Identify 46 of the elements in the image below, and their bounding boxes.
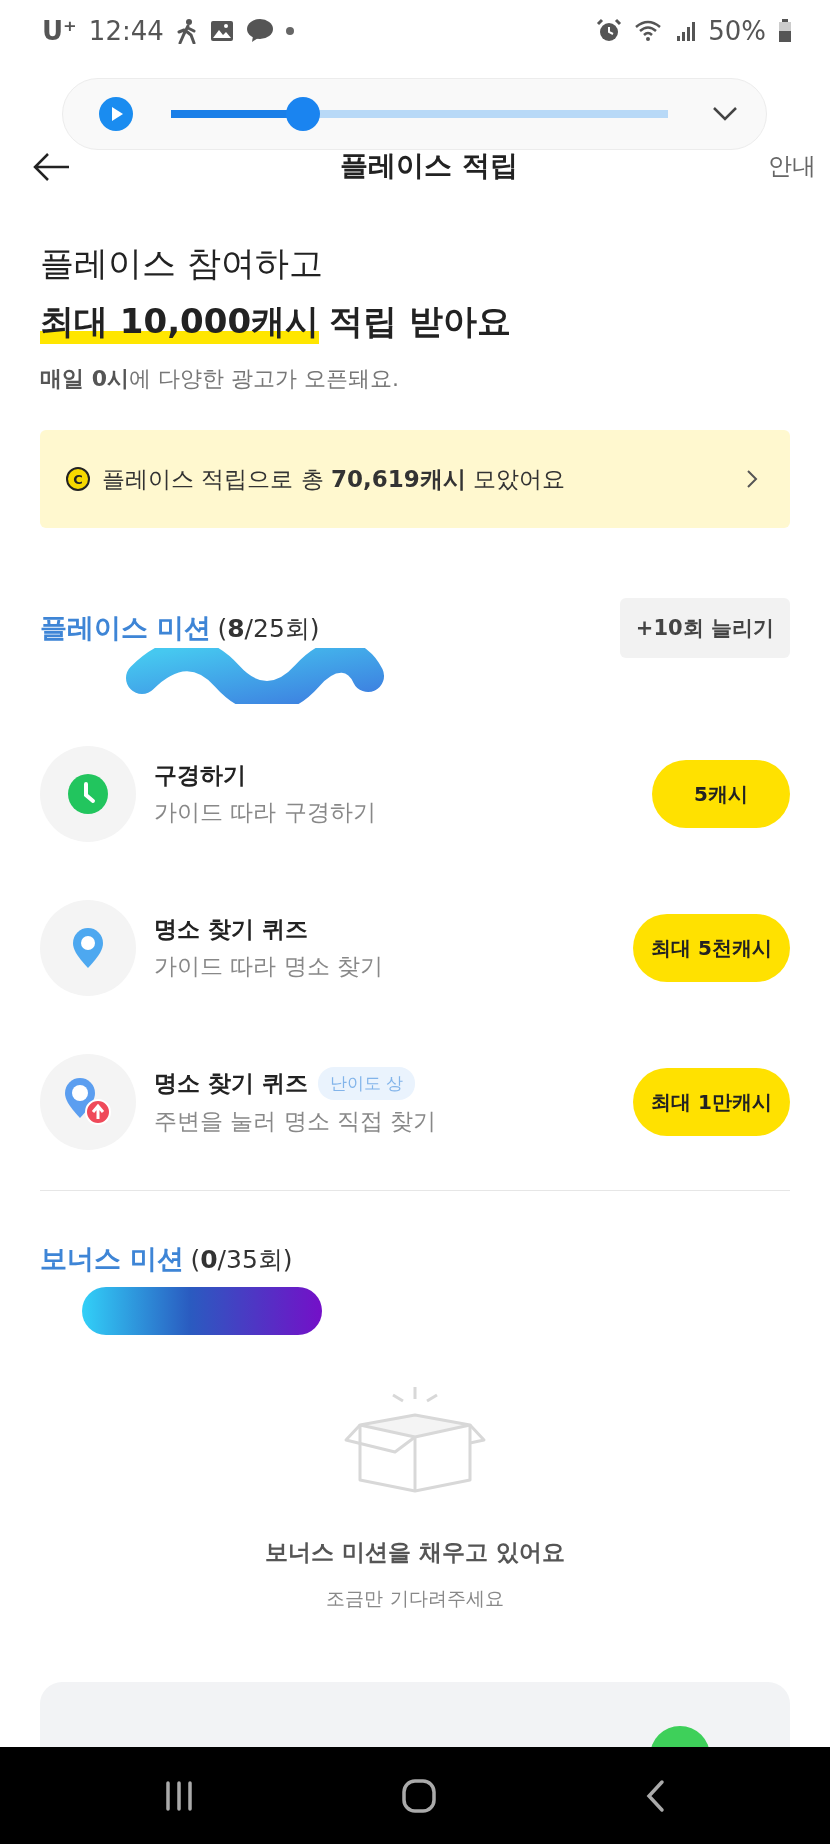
carrier-label: U⁺: [42, 16, 77, 46]
add-attempts-button[interactable]: +10회 늘리기: [619, 598, 790, 658]
chat-bubble-icon: [245, 19, 274, 43]
banner-text: 플레이스 적립으로 총 70,619캐시 모았어요: [102, 464, 566, 494]
chevron-right-icon: [746, 469, 758, 489]
clock-time: 12:44: [88, 16, 164, 46]
hero-heading: 플레이스 참여하고: [40, 242, 324, 285]
empty-box-icon: [343, 1385, 487, 1493]
location-pin-icon: [63, 1077, 113, 1127]
battery-icon: [778, 19, 792, 43]
total-cash-banner[interactable]: C 플레이스 적립으로 총 70,619캐시 모았어요: [40, 430, 790, 528]
home-icon[interactable]: [401, 1777, 437, 1814]
hero-heading: 적립 받아요: [329, 300, 511, 343]
mission-subtitle: 가이드 따라 명소 찾기: [154, 952, 384, 981]
page-title: 플레이스 적립: [339, 150, 519, 182]
mission-count: (0/35회): [190, 1244, 293, 1276]
mission-count: (8/25회): [217, 613, 320, 645]
image-icon: [209, 20, 234, 42]
mission-title: 구경하기: [154, 761, 246, 790]
play-icon[interactable]: [99, 97, 133, 131]
battery-percent: 50%: [708, 16, 766, 46]
reward-button[interactable]: 최대 5천캐시: [633, 914, 790, 982]
hero-note: 매일 0시에 다양한 광고가 오픈돼요.: [40, 365, 400, 393]
difficulty-tag: 난이도 상: [318, 1067, 416, 1100]
clock-icon: [68, 774, 108, 814]
back-arrow-icon[interactable]: [32, 152, 70, 182]
mission-title: 명소 찾기 퀴즈: [154, 915, 308, 944]
signal-icon: [676, 20, 697, 42]
location-pin-icon: [71, 927, 105, 969]
back-icon[interactable]: [644, 1778, 667, 1813]
section-title: 보너스 미션: [40, 1242, 185, 1276]
walking-icon: [175, 18, 198, 44]
mission-subtitle: 가이드 따라 구경하기: [154, 798, 377, 827]
mission-subtitle: 주변을 눌러 명소 직접 찾기: [154, 1107, 438, 1136]
reward-button[interactable]: 최대 1만캐시: [633, 1068, 790, 1136]
guide-link[interactable]: 안내: [768, 150, 816, 182]
mission-title: 명소 찾기 퀴즈: [154, 1069, 308, 1098]
alarm-icon: [596, 18, 623, 44]
empty-text: 조금만 기다려주세요: [326, 1586, 504, 1611]
section-title: 플레이스 미션: [40, 611, 212, 645]
recent-apps-icon[interactable]: [163, 1780, 194, 1811]
reward-button[interactable]: 5캐시: [652, 760, 790, 828]
coin-icon: C: [66, 467, 90, 491]
chevron-down-icon[interactable]: [712, 106, 738, 122]
empty-title: 보너스 미션을 채우고 있어요: [265, 1538, 565, 1567]
dot-icon: [285, 27, 294, 35]
